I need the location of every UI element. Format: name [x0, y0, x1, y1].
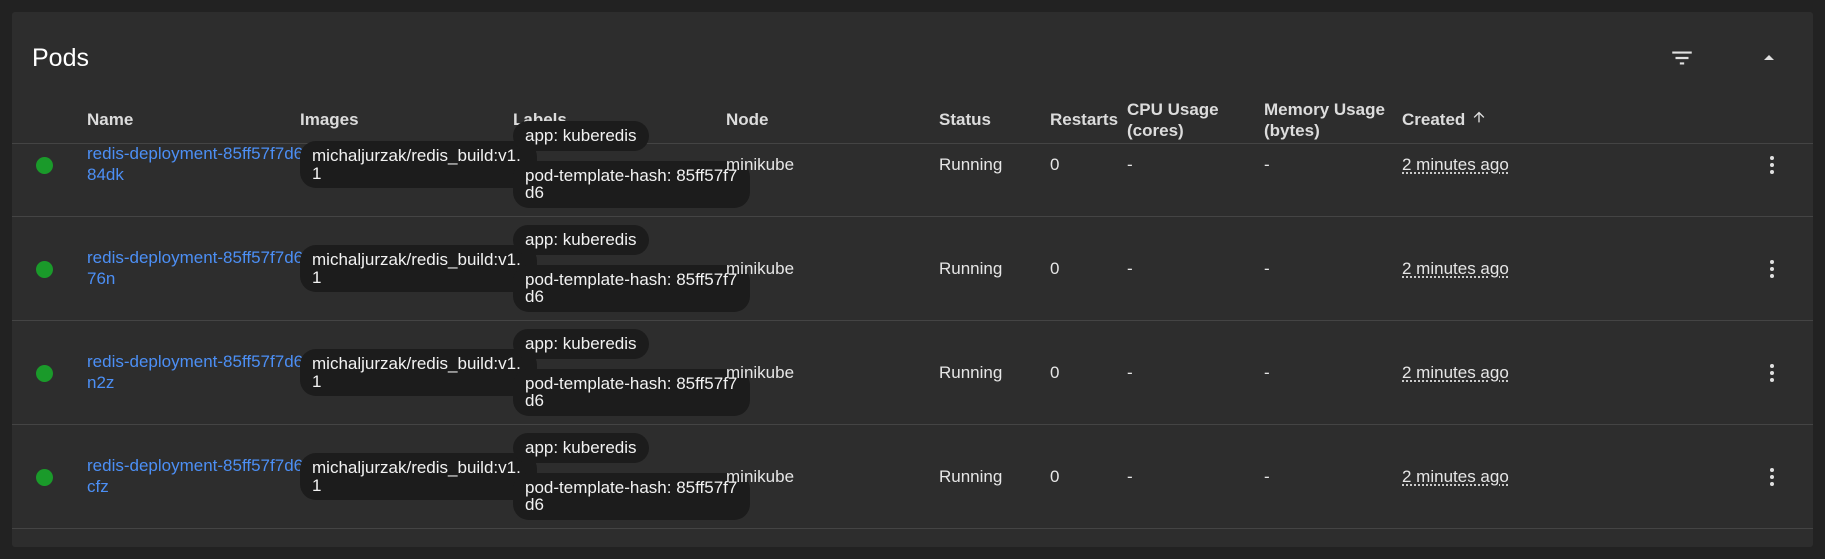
restarts-cell: 0: [1050, 154, 1060, 174]
cpu-cell: -: [1127, 154, 1133, 174]
table-row: redis-deployment-85ff57f7d6-gl76n michal…: [12, 217, 1813, 321]
node-cell: minikube: [726, 258, 795, 278]
created-time: 2 minutes ago: [1402, 362, 1509, 382]
restarts-cell: 0: [1050, 362, 1060, 382]
memory-cell: -: [1264, 258, 1270, 278]
filter-icon: [1672, 51, 1692, 65]
pod-name-link[interactable]: redis-deployment-85ff57f7d6-g84dk: [87, 144, 327, 185]
image-chip: michaljurzak/redis_build:v1.1: [300, 348, 537, 397]
pod-name-link[interactable]: redis-deployment-85ff57f7d6-gl76n: [87, 248, 327, 289]
cpu-cell: -: [1127, 362, 1133, 382]
filter-button[interactable]: [1658, 34, 1706, 82]
restarts-cell: 0: [1050, 466, 1060, 486]
status-cell: Running: [939, 362, 1003, 382]
restarts-cell: 0: [1050, 258, 1060, 278]
more-vertical-icon: [1770, 364, 1774, 382]
label-chip: pod-template-hash: 85ff57f7d6: [513, 472, 750, 521]
row-menu-button[interactable]: [1752, 457, 1792, 497]
status-cell: Running: [939, 258, 1003, 278]
label-chip: app: kuberedis: [513, 120, 649, 151]
status-ok-icon: [36, 469, 53, 486]
label-chip: pod-template-hash: 85ff57f7d6: [513, 160, 750, 209]
cpu-cell: -: [1127, 466, 1133, 486]
created-time: 2 minutes ago: [1402, 258, 1509, 278]
table-row: redis-deployment-85ff57f7d6-g84dk michal…: [12, 113, 1813, 217]
pods-card: Pods Name Images Labels Node Status Rest…: [12, 12, 1813, 547]
row-menu-button[interactable]: [1752, 249, 1792, 289]
image-chip: michaljurzak/redis_build:v1.1: [300, 244, 537, 293]
table-row: redis-deployment-85ff57f7d6-tkcfz michal…: [12, 425, 1813, 529]
collapse-button[interactable]: [1745, 34, 1793, 82]
status-ok-icon: [36, 365, 53, 382]
label-chip: pod-template-hash: 85ff57f7d6: [513, 368, 750, 417]
image-chip: michaljurzak/redis_build:v1.1: [300, 140, 537, 189]
label-chip: app: kuberedis: [513, 328, 649, 359]
label-chip: pod-template-hash: 85ff57f7d6: [513, 264, 750, 313]
status-cell: Running: [939, 466, 1003, 486]
created-time: 2 minutes ago: [1402, 466, 1509, 486]
more-vertical-icon: [1770, 468, 1774, 486]
status-cell: Running: [939, 154, 1003, 174]
node-cell: minikube: [726, 466, 795, 486]
memory-cell: -: [1264, 466, 1270, 486]
row-menu-button[interactable]: [1752, 353, 1792, 393]
memory-cell: -: [1264, 154, 1270, 174]
status-ok-icon: [36, 261, 53, 278]
created-time: 2 minutes ago: [1402, 154, 1509, 174]
table-row: redis-deployment-85ff57f7d6-gsn2z michal…: [12, 321, 1813, 425]
chevron-up-icon: [1764, 55, 1774, 60]
cpu-cell: -: [1127, 258, 1133, 278]
more-vertical-icon: [1770, 260, 1774, 278]
row-menu-button[interactable]: [1752, 145, 1792, 185]
card-header: Pods: [12, 12, 1813, 82]
memory-cell: -: [1264, 362, 1270, 382]
label-chip: app: kuberedis: [513, 432, 649, 463]
pod-name-link[interactable]: redis-deployment-85ff57f7d6-tkcfz: [87, 456, 327, 497]
node-cell: minikube: [726, 154, 795, 174]
label-chip: app: kuberedis: [513, 224, 649, 255]
node-cell: minikube: [726, 362, 795, 382]
more-vertical-icon: [1770, 156, 1774, 174]
image-chip: michaljurzak/redis_build:v1.1: [300, 452, 537, 501]
status-ok-icon: [36, 157, 53, 174]
card-title: Pods: [32, 44, 89, 72]
pod-name-link[interactable]: redis-deployment-85ff57f7d6-gsn2z: [87, 352, 327, 393]
